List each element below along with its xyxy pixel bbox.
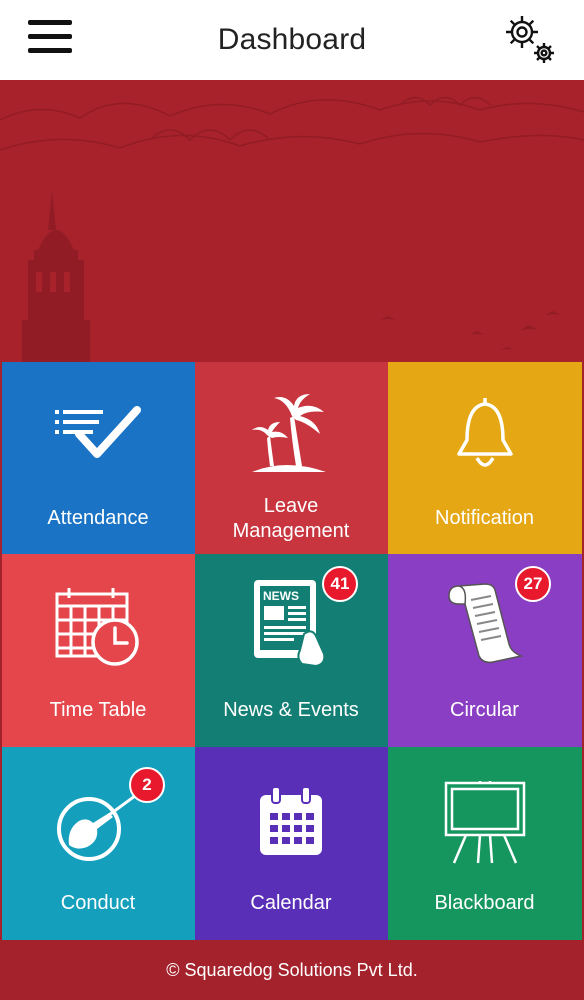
tile-label: Blackboard: [434, 892, 535, 914]
hamburger-menu-icon: [28, 20, 72, 25]
menu-button[interactable]: [28, 20, 72, 58]
copyright-text: © Squaredog Solutions Pvt Ltd.: [166, 959, 418, 980]
tile-label: Notification: [435, 507, 534, 529]
gears-icon: [506, 16, 554, 63]
city-skyline-illustration: [0, 96, 584, 362]
calendar-icon: [260, 786, 322, 855]
menu-line: [28, 48, 72, 53]
tile-blackboard[interactable]: Blackboard: [388, 747, 582, 940]
news-count-badge: 41: [322, 566, 358, 602]
menu-line: [28, 34, 72, 39]
tile-leave-management[interactable]: Leave Management: [195, 362, 388, 554]
tile-label: Calendar: [250, 892, 332, 914]
tile-attendance[interactable]: Attendance: [2, 362, 195, 554]
circular-count-badge: 27: [515, 566, 551, 602]
dashboard-grid: Attendance Leave Management Notification: [2, 362, 582, 940]
tile-calendar[interactable]: Calendar: [195, 747, 388, 940]
tile-label: Conduct: [60, 892, 136, 914]
palm-island-icon: [252, 394, 326, 472]
header-banner: [0, 80, 584, 362]
tile-label: Attendance: [47, 507, 149, 529]
footer: © Squaredog Solutions Pvt Ltd.: [0, 940, 584, 1000]
tile-time-table[interactable]: Time Table: [2, 554, 195, 747]
page-title: Dashboard: [217, 23, 367, 56]
conduct-count-badge: 2: [129, 767, 165, 803]
svg-text:NEWS: NEWS: [263, 589, 299, 603]
timetable-clock-icon: [55, 588, 139, 666]
tile-news-events[interactable]: NEWS 41 News & Events: [195, 554, 388, 747]
conductor-baton-icon: [57, 791, 141, 861]
settings-button[interactable]: [498, 10, 560, 70]
tile-label: News & Events: [223, 699, 359, 721]
bell-icon: [456, 398, 513, 467]
tile-label-line2: Management: [232, 520, 350, 542]
tile-label: Circular: [450, 699, 519, 721]
checklist-icon: [55, 406, 141, 458]
tile-label: Time Table: [49, 699, 147, 721]
blackboard-easel-icon: [444, 781, 525, 864]
tile-conduct[interactable]: 2 Conduct: [2, 747, 195, 940]
tile-label-line1: Leave: [263, 495, 319, 517]
tile-notification[interactable]: Notification: [388, 362, 582, 554]
tile-circular[interactable]: 27 Circular: [388, 554, 582, 747]
app-header: Dashboard: [0, 0, 584, 80]
